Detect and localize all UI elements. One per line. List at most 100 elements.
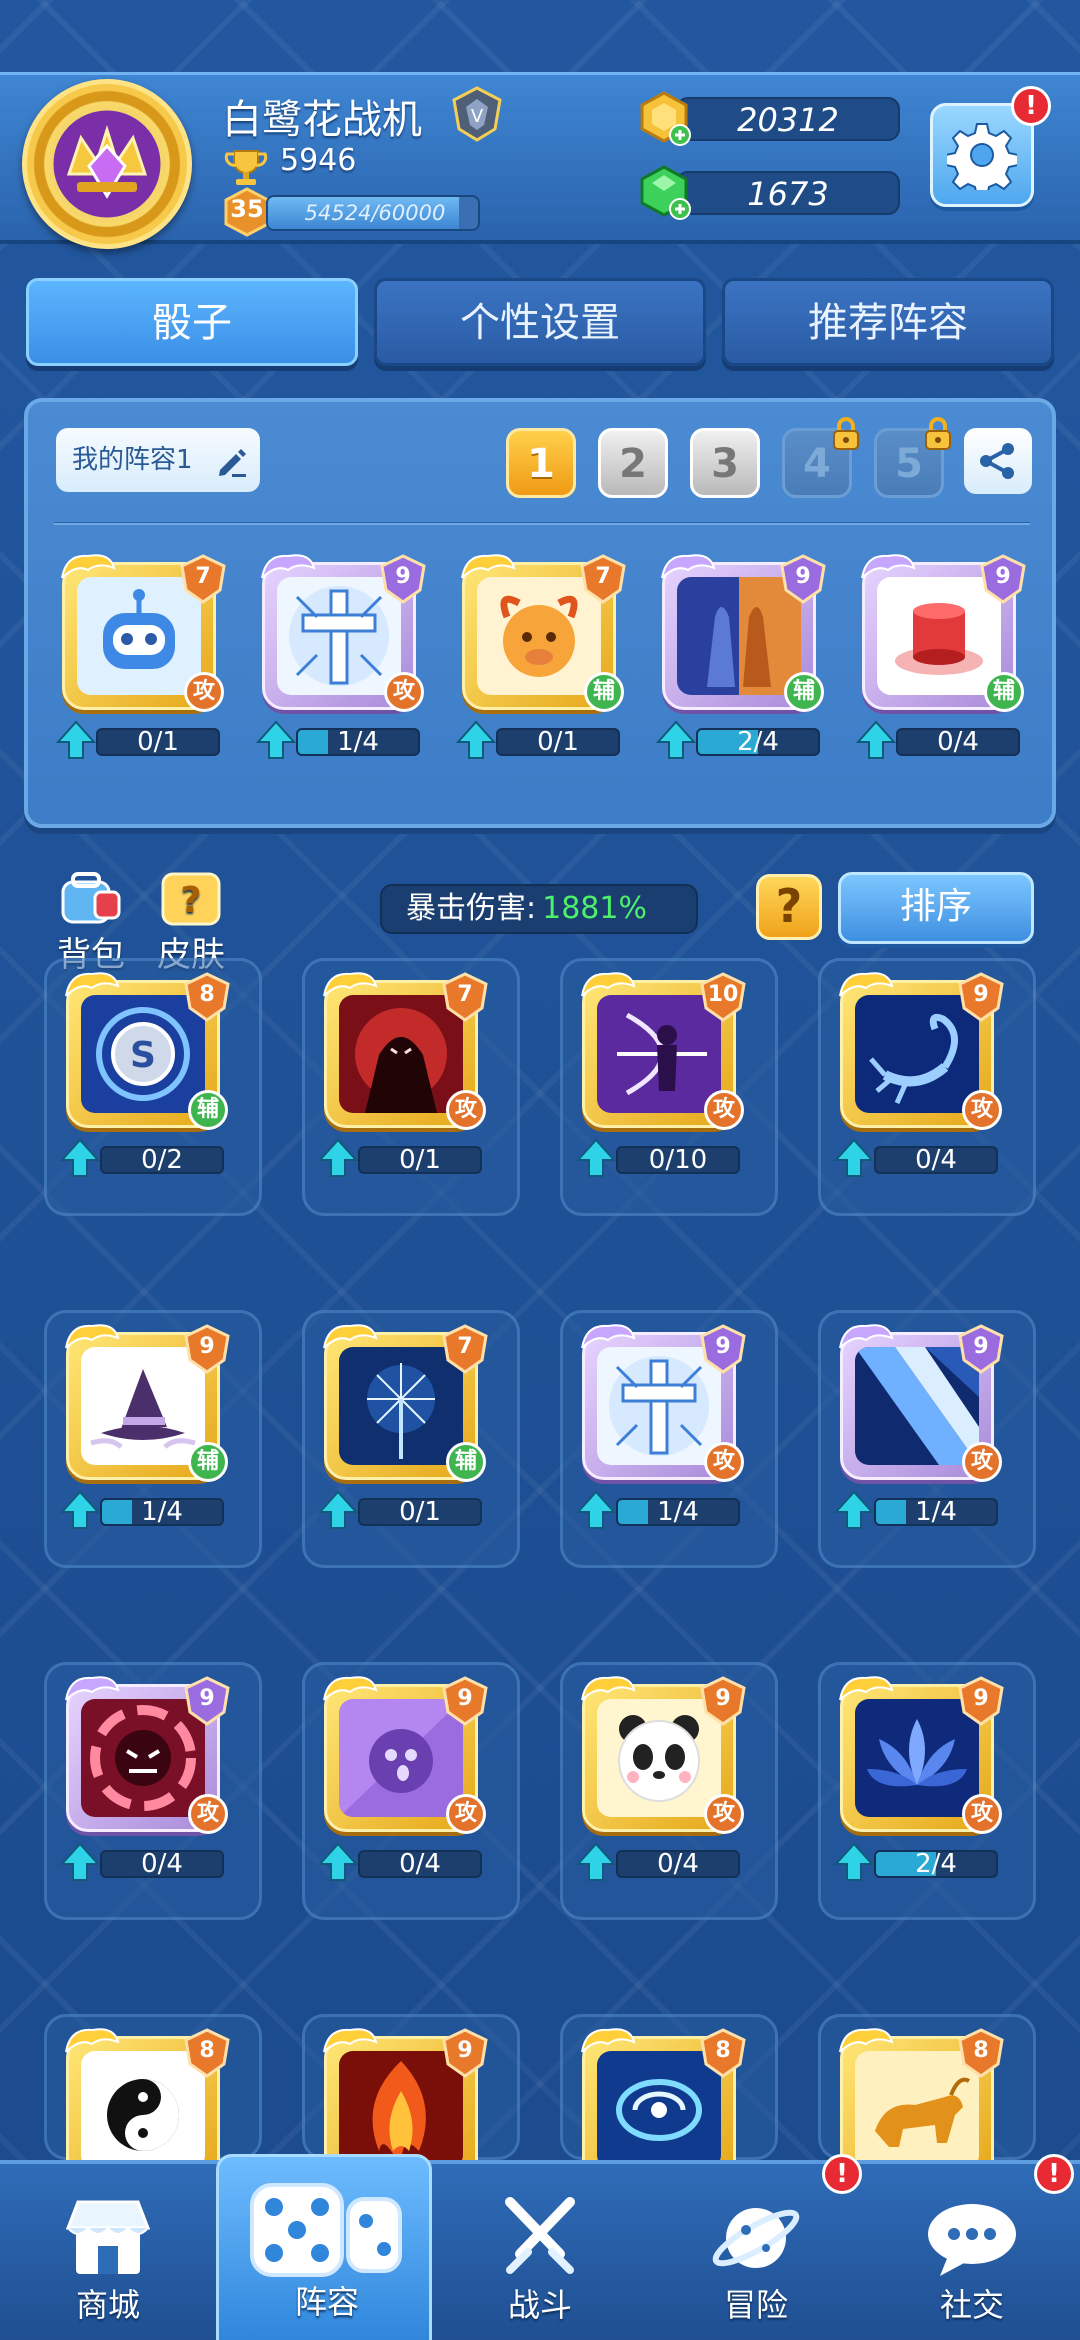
nav-adventure-alert: ! [822, 2154, 862, 2194]
dice-card[interactable]: 9攻 [576, 1670, 746, 1836]
progress-label: 0/4 [915, 1145, 957, 1175]
gold-balance[interactable]: 20312 [636, 91, 906, 146]
dragon-crest-icon [65, 1324, 120, 1349]
dice-level: 9 [199, 1334, 215, 1359]
dice-card[interactable]: 9辅 [60, 1318, 230, 1484]
lineup-slot-5[interactable]: 5 [874, 417, 951, 498]
dice-level: 9 [795, 564, 811, 589]
settings-button[interactable]: ! [930, 86, 1051, 207]
crit-damage-value: 1881% [542, 891, 647, 926]
dice-type-badge: 辅 [188, 1090, 228, 1130]
dice-card[interactable]: 7攻 [318, 966, 488, 1132]
help-button[interactable]: ? [756, 874, 822, 940]
dice-card[interactable]: S 8 辅 [60, 966, 230, 1132]
dice-card[interactable]: 9辅 [856, 548, 1026, 714]
trophy-icon [224, 150, 268, 185]
planet-icon [712, 2208, 800, 2268]
share-button[interactable] [964, 428, 1032, 494]
nav-lineup[interactable]: 阵容 [216, 2154, 432, 2340]
dice-card[interactable]: 9攻 [60, 1670, 230, 1836]
dice-upgrade-progress: 0/4 [834, 1138, 1000, 1178]
dice-level: 9 [995, 564, 1011, 589]
dice-card[interactable]: 9攻 [834, 1670, 1004, 1836]
lineup-panel: 我的阵容1 1 2 3 4 5 7 攻 0/1 9 攻 1/4 7 辅 0/1 … [24, 398, 1056, 828]
dice-card[interactable]: 7辅 [456, 548, 626, 714]
dice-level: 7 [457, 1334, 473, 1359]
dice-level-badge: 9 [780, 554, 826, 604]
dice-card[interactable]: 10 攻 [576, 966, 746, 1132]
dice-card[interactable]: 9辅 [656, 548, 826, 714]
dragon-crest-icon [581, 972, 636, 997]
upgrade-arrow-icon [856, 720, 896, 759]
progress-label: 0/10 [648, 1145, 708, 1175]
lineup-slot-4[interactable]: 4 [782, 417, 859, 498]
nav-battle[interactable]: 战斗 [432, 2164, 648, 2340]
progress-label: 1/4 [915, 1497, 957, 1527]
dice-card[interactable]: 9攻 [256, 548, 426, 714]
nav-social[interactable]: 社交 ! [864, 2154, 1080, 2340]
lineup-slot-5-label: 5 [895, 441, 923, 487]
upgrade-arrow-icon [834, 1490, 874, 1529]
dice-type-badge: 攻 [384, 672, 424, 712]
lock-icon [925, 417, 951, 450]
lineup-slot-2[interactable]: 2 [598, 428, 668, 498]
player-avatar[interactable] [22, 79, 192, 249]
progress-label: 1/4 [337, 727, 379, 757]
dragon-crest-icon [323, 2028, 378, 2053]
mystery-box-icon: ? [161, 872, 221, 926]
dice-card[interactable]: 9攻 [318, 1670, 488, 1836]
dice-card[interactable]: 7辅 [318, 1318, 488, 1484]
dice-level-badge: 9 [958, 972, 1004, 1022]
upgrade-arrow-icon [576, 1490, 616, 1529]
nav-battle-label: 战斗 [507, 2286, 572, 2324]
edit-pencil-icon [219, 449, 246, 477]
tab-dice[interactable]: 骰子 [26, 278, 358, 366]
player-level: 35 [230, 195, 264, 223]
nav-adventure[interactable]: 冒险 ! [648, 2154, 864, 2340]
dice-type-badge: 攻 [704, 1090, 744, 1130]
gold-value: 20312 [737, 101, 839, 139]
tab-recommended-lineup[interactable]: 推荐阵容 [722, 278, 1054, 366]
svg-text:V: V [471, 106, 484, 127]
crit-damage-label: 暴击伤害: [406, 891, 537, 926]
dice-level: 9 [457, 1686, 473, 1711]
progress-label: 1/4 [657, 1497, 699, 1527]
dice-level: 8 [973, 2038, 989, 2063]
progress-label: 0/1 [399, 1497, 441, 1527]
dragon-crest-icon [61, 554, 116, 579]
gem-balance[interactable]: 1673 [636, 165, 906, 220]
dragon-crest-icon [461, 554, 516, 579]
player-name: 白鹭花战机 [222, 97, 422, 143]
dice-card[interactable]: 9攻 [576, 1318, 746, 1484]
dice-level-badge: 9 [380, 554, 426, 604]
progress-label: 1/4 [141, 1497, 183, 1527]
progress-label: 0/4 [937, 727, 979, 757]
progress-label: 2/4 [915, 1849, 957, 1879]
dragon-crest-icon [581, 2028, 636, 2053]
dice-card[interactable]: 7攻 [56, 548, 226, 714]
lineup-slot-3[interactable]: 3 [690, 428, 760, 498]
dice-type-badge: 攻 [704, 1794, 744, 1834]
dice-level: 9 [199, 1686, 215, 1711]
nav-adventure-label: 冒险 [723, 2286, 788, 2324]
dragon-crest-icon [65, 2028, 120, 2053]
dice-card[interactable]: 9攻 [834, 966, 1004, 1132]
upgrade-arrow-icon [60, 1490, 100, 1529]
crit-damage-display: 暴击伤害: 1881% [380, 884, 698, 934]
sort-button[interactable]: 排序 [838, 872, 1034, 944]
lineup-name-button[interactable]: 我的阵容1 [56, 428, 260, 492]
dice-type-badge: 辅 [784, 672, 824, 712]
nav-shop[interactable]: 商城 [0, 2164, 216, 2340]
dragon-crest-icon [839, 972, 894, 997]
progress-label: 0/2 [141, 1145, 183, 1175]
dice-card[interactable]: 9攻 [834, 1318, 1004, 1484]
dice-level-badge: 8 [700, 2028, 746, 2078]
dice-level-badge: 8 [958, 2028, 1004, 2078]
lineup-slot-1[interactable]: 1 [506, 428, 576, 498]
dice-type-badge: 辅 [984, 672, 1024, 712]
tab-customize[interactable]: 个性设置 [374, 278, 706, 366]
dragon-crest-icon [661, 554, 716, 579]
dice-type-badge: 攻 [962, 1090, 1002, 1130]
dice-type-badge: 攻 [704, 1442, 744, 1482]
crown-emblem-icon [48, 105, 166, 223]
